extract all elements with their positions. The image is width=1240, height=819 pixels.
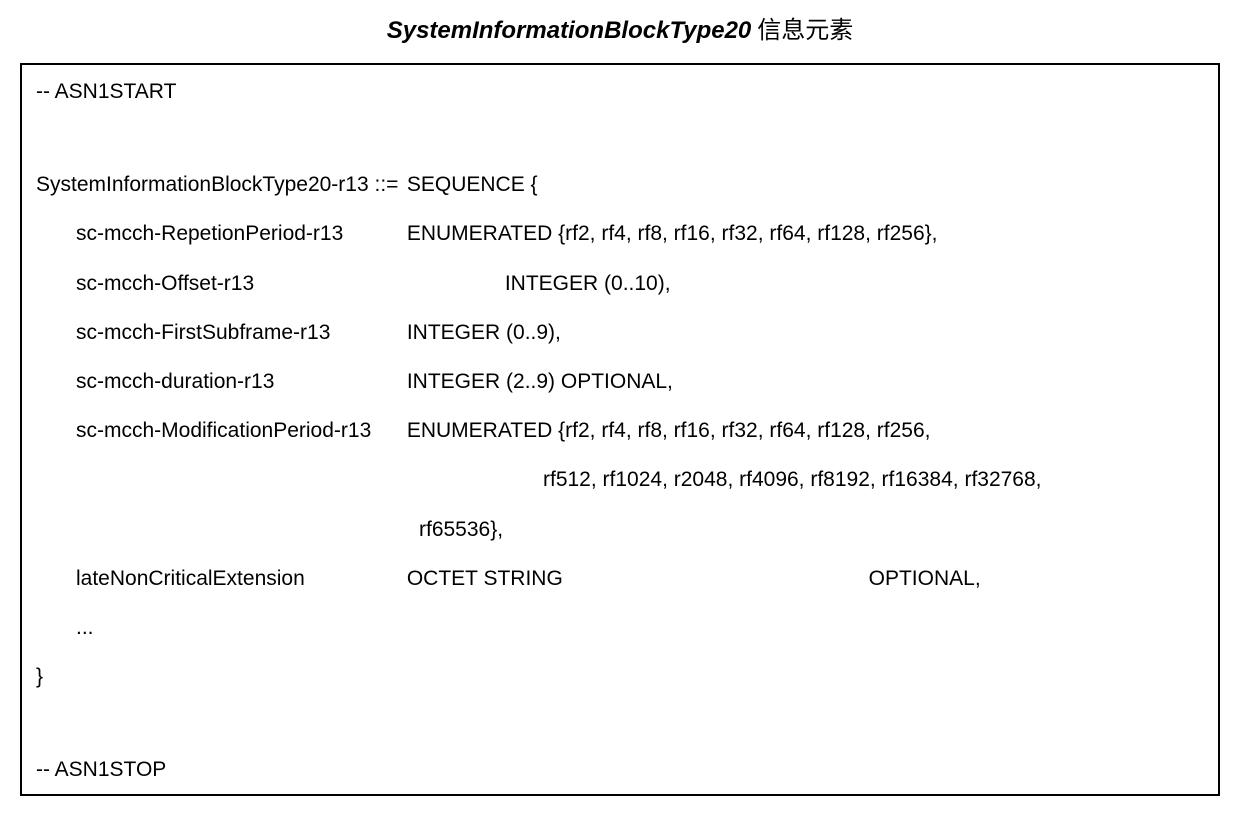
field-mod-cont1: rf512, rf1024, r2048, rf4096, rf8192, rf… <box>543 467 1204 492</box>
asn1-box: -- ASN1START SystemInformationBlockType2… <box>20 63 1220 796</box>
field-duration: sc-mcch-duration-r13 INTEGER (2..9) OPTI… <box>36 369 1204 394</box>
field-name: sc-mcch-Offset-r13 <box>76 271 401 296</box>
asn1-start: -- ASN1START <box>36 79 1204 104</box>
field-name: sc-mcch-FirstSubframe-r13 <box>76 320 401 345</box>
type-name: SystemInformationBlockType20-r13 ::= <box>36 172 401 197</box>
field-late-noncritical: lateNonCriticalExtension OCTET STRING OP… <box>36 566 1204 591</box>
sequence-open: SEQUENCE { <box>407 173 538 196</box>
field-modification-period: sc-mcch-ModificationPeriod-r13 ENUMERATE… <box>36 418 1204 443</box>
field-def: INTEGER (0..10), <box>505 272 671 295</box>
field-ellipsis: ... <box>36 615 1204 640</box>
title-italic: SystemInformationBlockType20 <box>387 17 752 44</box>
field-def: ENUMERATED {rf2, rf4, rf8, rf16, rf32, r… <box>407 419 931 442</box>
field-def-a: OCTET STRING <box>407 567 563 590</box>
asn1-stop: -- ASN1STOP <box>36 757 1204 782</box>
field-def-b: OPTIONAL, <box>869 567 981 590</box>
title: SystemInformationBlockType20信息元素 <box>20 10 1220 45</box>
field-repetition-period: sc-mcch-RepetionPeriod-r13 ENUMERATED {r… <box>36 221 1204 246</box>
field-name: sc-mcch-duration-r13 <box>76 369 401 394</box>
field-first-subframe: sc-mcch-FirstSubframe-r13 INTEGER (0..9)… <box>36 320 1204 345</box>
type-decl-line: SystemInformationBlockType20-r13 ::= SEQ… <box>36 172 1204 197</box>
field-name: lateNonCriticalExtension <box>76 566 401 591</box>
field-def: ENUMERATED {rf2, rf4, rf8, rf16, rf32, r… <box>407 222 938 245</box>
field-name: sc-mcch-RepetionPeriod-r13 <box>76 221 401 246</box>
field-name: sc-mcch-ModificationPeriod-r13 <box>76 418 401 443</box>
field-def: INTEGER (2..9) OPTIONAL, <box>407 370 673 393</box>
field-def: INTEGER (0..9), <box>407 321 561 344</box>
title-cjk: 信息元素 <box>757 17 853 44</box>
field-mod-cont2: rf65536}, <box>419 517 1204 542</box>
close-brace: } <box>36 664 1204 689</box>
field-offset: sc-mcch-Offset-r13 INTEGER (0..10), <box>36 271 1204 296</box>
